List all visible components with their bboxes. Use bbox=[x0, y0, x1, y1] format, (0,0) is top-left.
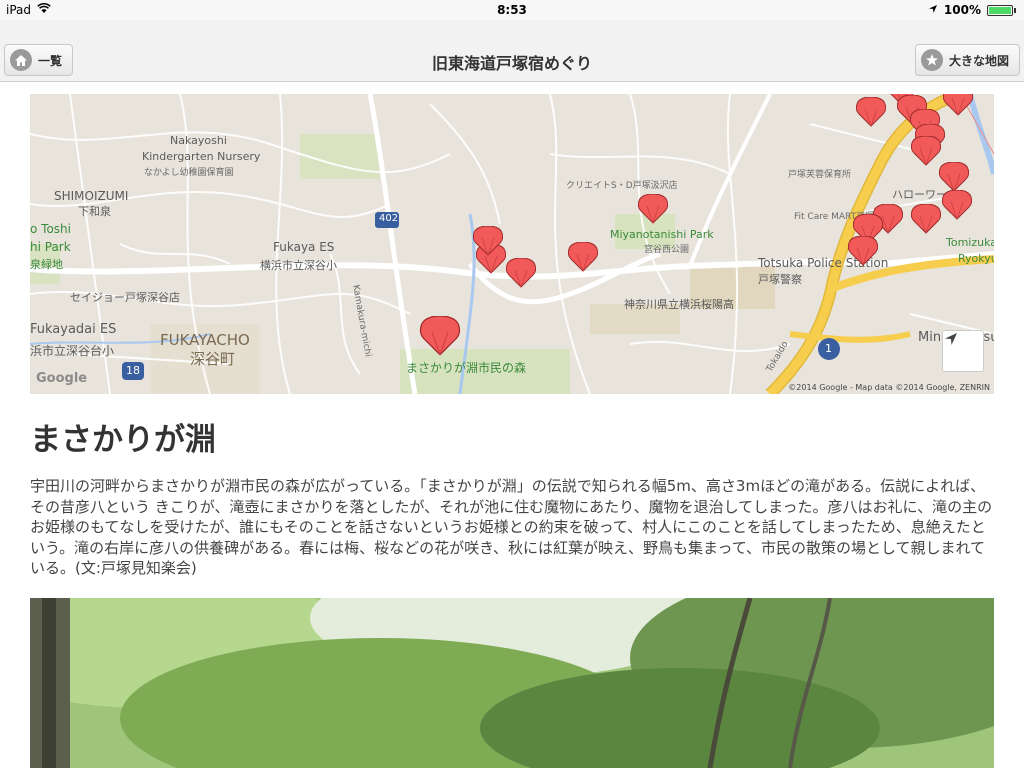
battery-icon bbox=[987, 4, 1013, 16]
map-label: クリエイトS・D戸塚汲沢店 bbox=[566, 181, 678, 191]
map-label: Nakayoshi bbox=[170, 134, 227, 147]
map-marker[interactable] bbox=[943, 94, 973, 116]
map-marker[interactable] bbox=[942, 190, 972, 220]
map-label: SHIMOIZUMI bbox=[54, 189, 129, 203]
map-label: 下和泉 bbox=[78, 205, 111, 218]
map-marker[interactable] bbox=[939, 162, 969, 192]
google-logo: Google bbox=[36, 371, 88, 386]
map-label: hi Park bbox=[30, 240, 71, 254]
status-bar: iPad 8:53 100% bbox=[0, 0, 1024, 20]
map-label: Miyanotanishi Park bbox=[610, 228, 714, 241]
map-label: Ryokyu bbox=[958, 252, 994, 265]
map-marker[interactable] bbox=[911, 204, 941, 234]
map-marker[interactable] bbox=[856, 97, 886, 127]
star-icon bbox=[920, 49, 943, 71]
map-marker[interactable] bbox=[848, 236, 878, 266]
spot-title: まさかりが淵 bbox=[30, 422, 216, 458]
forest-photo bbox=[30, 598, 994, 768]
map-label: 戸塚警察 bbox=[758, 273, 802, 286]
map-label: セイジョー戸塚深谷店 bbox=[70, 291, 180, 304]
map-label: Kindergarten Nursery bbox=[142, 150, 261, 163]
road-402-label: 402 bbox=[379, 213, 399, 224]
map-label: 横浜市立深谷小 bbox=[260, 259, 337, 272]
map-marker[interactable] bbox=[419, 316, 461, 356]
map-label: なかよし幼稚園保育園 bbox=[144, 168, 234, 178]
map-label: 泉緑地 bbox=[30, 258, 63, 271]
map-label: 宮谷西公園 bbox=[644, 245, 690, 255]
map-marker[interactable] bbox=[638, 194, 668, 224]
current-location-button[interactable] bbox=[942, 330, 984, 372]
map-label: 浜市立深谷台小 bbox=[30, 344, 115, 358]
page-title: 旧東海道戸塚宿めぐり bbox=[431, 54, 592, 73]
large-map-button[interactable]: 大きな地図 bbox=[914, 44, 1020, 76]
location-arrow-icon bbox=[928, 3, 938, 17]
map-label: 戸塚芙蓉保育所 bbox=[788, 170, 852, 180]
battery-percent: 100% bbox=[943, 3, 981, 17]
map-label: 神奈川県立横浜桜陽高 bbox=[624, 298, 734, 311]
map-label: まさかりが淵市民の森 bbox=[406, 361, 527, 375]
map-label: o Toshi bbox=[30, 222, 71, 236]
map-marker[interactable] bbox=[911, 136, 941, 166]
spot-description: 宇田川の河畔からまさかりが淵市民の森が広がっている。「まさかりが淵」の伝説で知ら… bbox=[30, 477, 993, 577]
route-18-label: 18 bbox=[126, 364, 140, 377]
map-label: 深谷町 bbox=[190, 350, 236, 368]
map-label: Fukayadai ES bbox=[30, 322, 117, 337]
clock: 8:53 bbox=[497, 3, 527, 17]
map-label: FUKAYACHO bbox=[160, 331, 250, 349]
large-map-button-label: 大きな地図 bbox=[948, 53, 1009, 68]
map-attribution: ©2014 Google - Map data ©2014 Google, ZE… bbox=[788, 383, 990, 392]
map-marker[interactable] bbox=[568, 242, 598, 272]
map-marker[interactable] bbox=[473, 226, 503, 256]
route-1-label: 1 bbox=[825, 342, 832, 355]
map-label: Fukaya ES bbox=[273, 240, 335, 254]
nav-bar: 一覧 旧東海道戸塚宿めぐり 大きな地図 bbox=[0, 20, 1024, 82]
map-marker[interactable] bbox=[506, 258, 536, 288]
spot-photo bbox=[30, 598, 994, 768]
map-view[interactable]: 402 18 1 Nakayoshi Kindergarten Nursery … bbox=[30, 94, 994, 394]
map-label: Tomizuka bbox=[946, 236, 994, 249]
